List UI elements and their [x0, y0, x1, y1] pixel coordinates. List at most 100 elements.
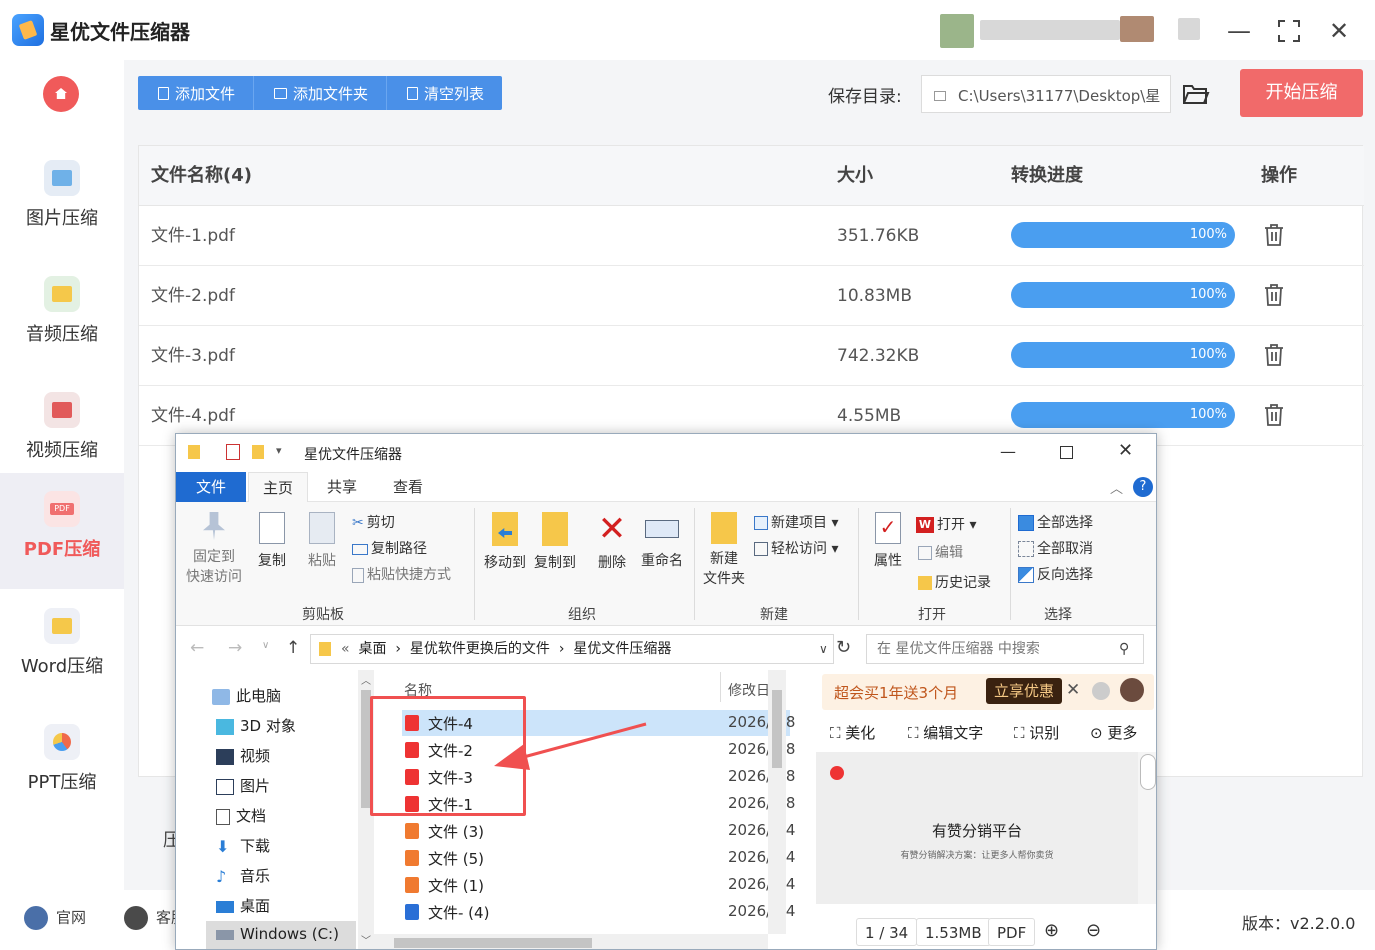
scroll-thumb[interactable]	[394, 938, 592, 948]
zoom-out-icon[interactable]: ⊖	[1086, 920, 1101, 941]
nav-item-3d-objects[interactable]: 3D 对象	[216, 715, 296, 736]
nav-item-downloads[interactable]: ⬇ 下载	[216, 835, 270, 856]
select-none-button[interactable]: 全部取消	[1018, 538, 1093, 558]
address-bar[interactable]: « 桌面 › 星优软件更换后的文件 › 星优文件压缩器 ∨	[310, 634, 834, 664]
new-item-button[interactable]: 新建项目 ▾	[754, 512, 838, 532]
list-item[interactable]: 文件 (5) 2026/6/4	[402, 845, 795, 871]
nav-item-pictures[interactable]: 图片	[216, 775, 270, 796]
more-icon: ⊙	[1090, 724, 1108, 742]
back-icon[interactable]: ←	[190, 638, 204, 658]
nav-item-desktop[interactable]: 桌面	[216, 895, 270, 916]
more-button[interactable]: ⊙ 更多	[1090, 722, 1137, 743]
sidebar-item-audio[interactable]: 音频压缩	[0, 258, 124, 374]
recent-dropdown-icon[interactable]: ∨	[262, 640, 269, 651]
maximize-icon[interactable]	[1272, 14, 1306, 48]
file-icon	[158, 86, 169, 100]
paste-shortcut-button[interactable]: 粘贴快捷方式	[352, 564, 451, 584]
explorer-close-icon[interactable]: ✕	[1118, 440, 1133, 461]
properties-quick-icon[interactable]	[226, 444, 240, 460]
delete-icon[interactable]	[1263, 343, 1285, 367]
nav-item-music[interactable]: ♪ 音乐	[216, 865, 270, 886]
list-item[interactable]: 文件 (1) 2026/6/4	[402, 872, 795, 898]
start-compress-button[interactable]: 开始压缩	[1240, 69, 1363, 117]
list-vertical-scrollbar[interactable]	[768, 670, 786, 934]
tab-share[interactable]: 共享	[312, 472, 372, 502]
clear-list-button[interactable]: 清空列表	[387, 76, 503, 110]
home-icon[interactable]	[43, 76, 79, 112]
tab-file[interactable]: 文件	[176, 472, 246, 502]
select-none-label: 全部取消	[1037, 541, 1093, 557]
save-dir-input[interactable]: C:\Users\31177\Desktop\星	[921, 75, 1171, 113]
cut-button[interactable]: ✂ 剪切	[352, 512, 395, 532]
new-folder-button[interactable]: 新建 文件夹	[698, 512, 750, 588]
sidebar-item-image[interactable]: 图片压缩	[0, 142, 124, 258]
rename-icon	[645, 520, 679, 538]
beautify-button[interactable]: ⛶ 美化	[830, 722, 875, 743]
pin-quick-access-button[interactable]: 固定到 快速访问	[182, 512, 246, 586]
ribbon-collapse-icon[interactable]: ︿	[1110, 478, 1123, 497]
delete-icon[interactable]	[1263, 403, 1285, 427]
preview-scrollbar[interactable]	[1138, 752, 1156, 904]
breadcrumb-desktop[interactable]: 桌面	[358, 641, 386, 657]
browse-folder-icon[interactable]	[1182, 82, 1210, 106]
invert-selection-button[interactable]: 反向选择	[1018, 564, 1093, 584]
explorer-minimize-icon[interactable]: —	[1000, 442, 1016, 461]
zoom-in-icon[interactable]: ⊕	[1044, 920, 1059, 941]
breadcrumb-folder[interactable]: 星优软件更换后的文件	[410, 641, 550, 657]
refresh-icon[interactable]: ↻	[836, 637, 851, 658]
quick-access-dropdown-icon[interactable]: ▾	[276, 444, 282, 457]
nav-item-documents[interactable]: 文档	[216, 805, 266, 826]
up-icon[interactable]: ↑	[286, 638, 300, 658]
select-all-button[interactable]: 全部选择	[1018, 512, 1093, 532]
breadcrumb-current[interactable]: 星优文件压缩器	[573, 641, 671, 657]
sidebar-item-ppt[interactable]: PPT压缩	[0, 706, 124, 822]
promo-button[interactable]: 立享优惠	[986, 678, 1063, 704]
copy-to-button[interactable]: 复制到	[530, 512, 580, 572]
address-dropdown-icon[interactable]: ∨	[819, 635, 828, 663]
avatar[interactable]	[1120, 678, 1144, 702]
nav-item-this-pc[interactable]: 此电脑	[212, 685, 281, 706]
paste-button[interactable]: 粘贴	[300, 512, 344, 570]
tab-home[interactable]: 主页	[248, 472, 308, 502]
scroll-up-icon[interactable]: ︿	[361, 672, 371, 687]
forward-icon[interactable]: →	[228, 638, 242, 658]
promo-close-icon[interactable]: ✕	[1066, 680, 1080, 700]
nav-item-drive-c[interactable]: Windows (C:)	[206, 921, 356, 949]
copy-path-button[interactable]: 复制路径	[352, 538, 427, 558]
help-icon[interactable]: ?	[1133, 477, 1153, 497]
add-folder-button[interactable]: 添加文件夹	[254, 76, 388, 110]
word-icon	[44, 608, 80, 644]
address-overflow[interactable]: «	[341, 641, 350, 657]
minimize-icon[interactable]: —	[1222, 14, 1256, 48]
nav-item-videos[interactable]: 视频	[216, 745, 270, 766]
copy-button[interactable]: 复制	[250, 512, 294, 570]
history-button[interactable]: 历史记录	[918, 572, 991, 592]
sidebar-item-word[interactable]: Word压缩	[0, 590, 124, 706]
list-item[interactable]: 文件 (3) 2026/6/4	[402, 818, 795, 844]
scroll-down-icon[interactable]: ﹀	[361, 932, 371, 947]
open-button[interactable]: W 打开 ▾	[916, 514, 976, 534]
list-horizontal-scrollbar[interactable]	[374, 934, 768, 949]
delete-icon[interactable]	[1263, 223, 1285, 247]
properties-button[interactable]: ✓ 属性	[866, 512, 910, 570]
delete-button[interactable]: ✕ 删除	[590, 512, 634, 572]
delete-icon[interactable]	[1263, 283, 1285, 307]
sidebar-item-pdf[interactable]: PDF PDF压缩	[0, 473, 124, 589]
edit-button[interactable]: 编辑	[918, 542, 963, 562]
select-none-icon	[1018, 541, 1034, 557]
add-file-button[interactable]: 添加文件	[138, 76, 255, 110]
website-link[interactable]: 官网	[24, 906, 86, 930]
new-folder-quick-icon[interactable]	[252, 445, 264, 459]
close-icon[interactable]: ✕	[1322, 14, 1356, 48]
scroll-thumb[interactable]	[1140, 754, 1156, 790]
search-input[interactable]: 在 星优文件压缩器 中搜索 ⚲	[866, 634, 1144, 664]
recognize-button[interactable]: ⛶ 识别	[1014, 722, 1059, 743]
edit-text-button[interactable]: ⛶ 编辑文字	[908, 722, 983, 743]
explorer-maximize-icon[interactable]	[1060, 446, 1073, 459]
tab-view[interactable]: 查看	[378, 472, 438, 502]
scroll-thumb[interactable]	[772, 690, 782, 768]
list-item[interactable]: 文件- (4) 2026/6/4	[402, 899, 795, 925]
rename-button[interactable]: 重命名	[636, 512, 688, 570]
move-to-button[interactable]: 移动到	[480, 512, 530, 572]
easy-access-button[interactable]: 轻松访问 ▾	[754, 538, 838, 558]
